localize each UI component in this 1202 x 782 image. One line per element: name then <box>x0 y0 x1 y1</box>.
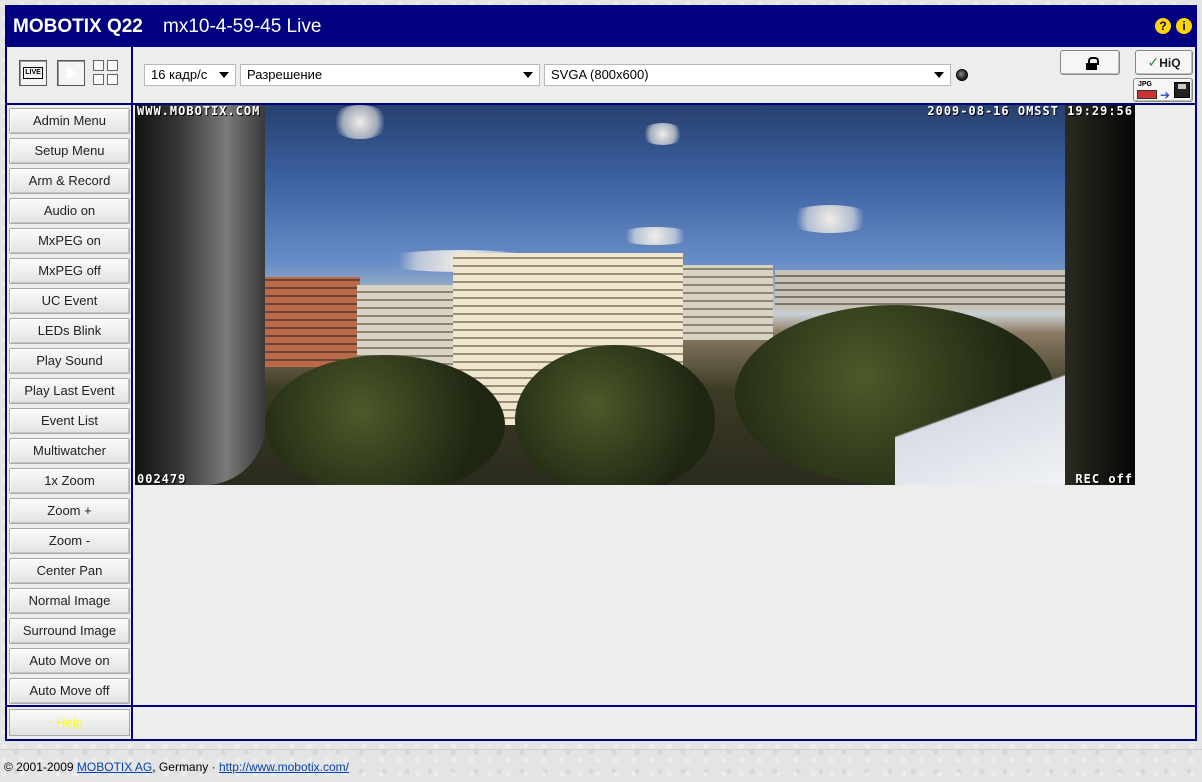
hiq-button[interactable]: ✓HiQ <box>1135 50 1193 75</box>
arrow-right-icon: ➔ <box>1160 88 1171 102</box>
sidebar-divider <box>131 105 133 741</box>
sky-cloud <box>330 105 390 139</box>
title-bar: MOBOTIX Q22 mx10-4-59-45 Live ? i <box>7 7 1195 47</box>
copyright-text: © 2001-2009 <box>4 760 77 774</box>
resolution-label-select[interactable]: Разрешение <box>240 64 540 86</box>
hiq-check-icon: ✓ <box>1147 54 1160 70</box>
uc-event-button[interactable]: UC Event <box>9 288 130 314</box>
zoom-1x-button[interactable]: 1x Zoom <box>9 468 130 494</box>
osd-rec-status: REC off <box>1075 472 1133 485</box>
company-link[interactable]: MOBOTIX AG <box>77 760 152 774</box>
zoom-out-button[interactable]: Zoom - <box>9 528 130 554</box>
toolbar: LIVE 16 кадр/с Разрешение SVGA (800x600)… <box>7 47 1195 105</box>
osd-frame-counter: 002479 <box>137 472 187 485</box>
toolbar-divider <box>131 47 133 105</box>
normal-image-button[interactable]: Normal Image <box>9 588 130 614</box>
osd-site-label: WWW.MOBOTIX.COM <box>137 105 261 118</box>
bottom-divider <box>131 707 133 741</box>
floppy-disk-icon <box>1174 82 1190 98</box>
arm-record-button[interactable]: Arm & Record <box>9 168 130 194</box>
help-button[interactable]: Help <box>9 709 130 736</box>
lock-icon <box>1086 57 1099 70</box>
zoom-in-button[interactable]: Zoom + <box>9 498 130 524</box>
chevron-down-icon <box>523 72 533 78</box>
frame-rate-select[interactable]: 16 кадр/с <box>144 64 236 86</box>
help-icon[interactable]: ? <box>1155 18 1171 34</box>
center-pan-button[interactable]: Center Pan <box>9 558 130 584</box>
camera-page-frame: MOBOTIX Q22 mx10-4-59-45 Live ? i LIVE 1… <box>5 5 1197 741</box>
multiwatcher-button[interactable]: Multiwatcher <box>9 438 130 464</box>
live-video-image[interactable]: WWW.MOBOTIX.COM 2009-08-16 OMSST 19:29:5… <box>135 105 1135 485</box>
auto-move-off-button[interactable]: Auto Move off <box>9 678 130 704</box>
sky-cloud <box>615 227 695 245</box>
multiview-grid-icon[interactable] <box>93 60 119 86</box>
admin-menu-button[interactable]: Admin Menu <box>9 108 130 134</box>
building <box>265 277 360 367</box>
window-frame-left <box>135 105 265 485</box>
setup-menu-button[interactable]: Setup Menu <box>9 138 130 164</box>
bottom-bar: Help <box>7 705 1195 741</box>
info-icon[interactable]: i <box>1176 18 1192 34</box>
footer-divider <box>0 749 1202 750</box>
live-mode-button[interactable]: LIVE <box>19 60 47 86</box>
surround-image-button[interactable]: Surround Image <box>9 618 130 644</box>
sky-cloud <box>785 205 875 233</box>
sidebar: Admin Menu Setup Menu Arm & Record Audio… <box>7 105 133 741</box>
resolution-label: Разрешение <box>247 67 323 82</box>
live-mode-icon: LIVE <box>23 67 43 79</box>
lock-button[interactable] <box>1060 50 1120 75</box>
chevron-down-icon <box>219 72 229 78</box>
window-frame-right <box>1065 105 1135 485</box>
play-icon <box>66 65 79 81</box>
camera-subtitle: mx10-4-59-45 Live <box>163 16 322 37</box>
trees <box>265 355 505 485</box>
play-sound-button[interactable]: Play Sound <box>9 348 130 374</box>
building <box>775 270 1075 310</box>
film-icon <box>1137 90 1157 99</box>
chevron-down-icon <box>934 72 944 78</box>
osd-timestamp: 2009-08-16 OMSST 19:29:56 <box>927 105 1133 118</box>
event-list-button[interactable]: Event List <box>9 408 130 434</box>
hiq-label: HiQ <box>1159 56 1181 70</box>
sky-cloud <box>640 123 685 145</box>
frame-rate-value: 16 кадр/с <box>151 67 208 82</box>
player-mode-button[interactable] <box>57 60 85 86</box>
resolution-value: SVGA (800x600) <box>551 67 649 82</box>
play-last-event-button[interactable]: Play Last Event <box>9 378 130 404</box>
audio-on-button[interactable]: Audio on <box>9 198 130 224</box>
leds-blink-button[interactable]: LEDs Blink <box>9 318 130 344</box>
footer: © 2001-2009 MOBOTIX AG, Germany · http:/… <box>4 760 349 774</box>
country-text: , Germany · <box>152 760 219 774</box>
website-link[interactable]: http://www.mobotix.com/ <box>219 760 349 774</box>
brand-title: MOBOTIX Q22 <box>13 16 143 37</box>
mxpeg-on-button[interactable]: MxPEG on <box>9 228 130 254</box>
building <box>683 265 773 340</box>
record-dot-icon[interactable] <box>956 69 968 81</box>
jpg-label: JPG <box>1138 81 1153 88</box>
auto-move-on-button[interactable]: Auto Move on <box>9 648 130 674</box>
resolution-select[interactable]: SVGA (800x600) <box>544 64 951 86</box>
trees <box>515 345 715 485</box>
mxpeg-off-button[interactable]: MxPEG off <box>9 258 130 284</box>
jpg-save-button[interactable]: JPG ➔ <box>1133 78 1193 102</box>
